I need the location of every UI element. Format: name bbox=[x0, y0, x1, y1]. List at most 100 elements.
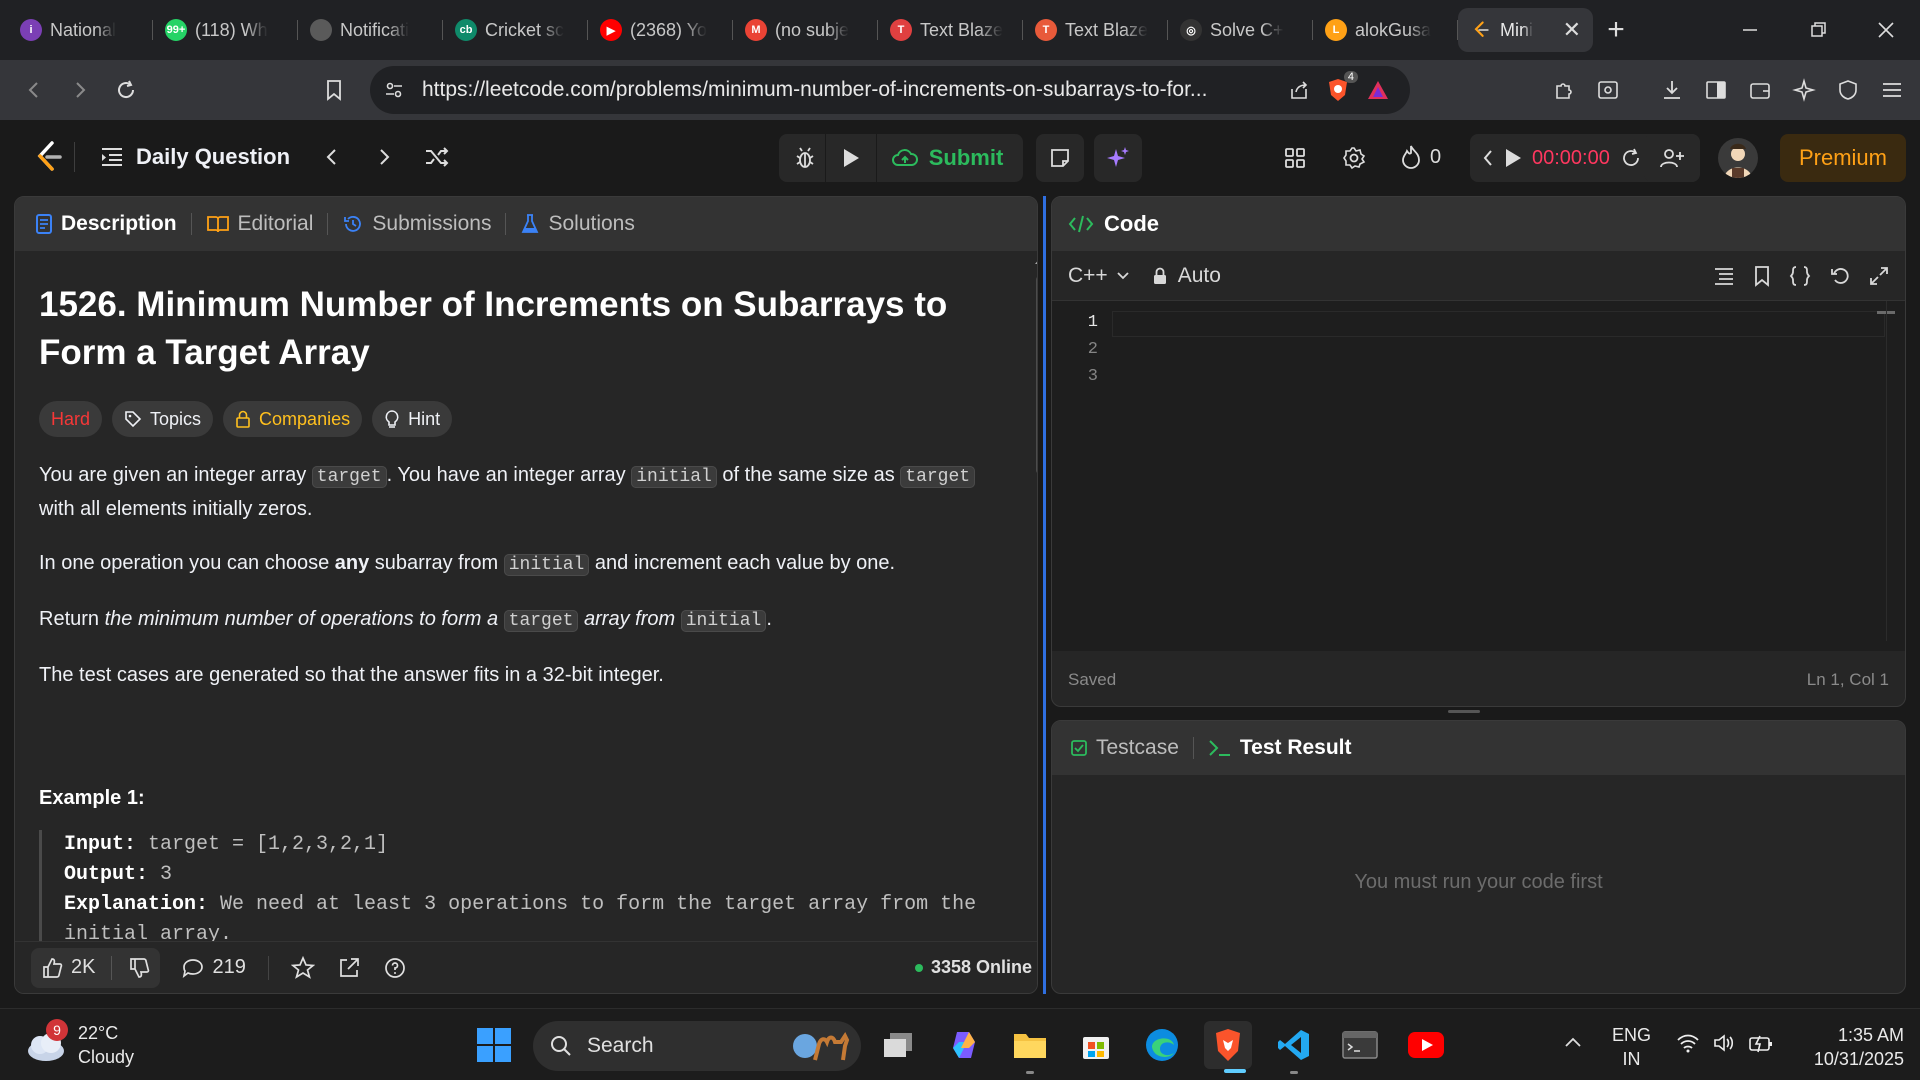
wallet-icon[interactable] bbox=[1742, 68, 1778, 112]
topics-tag[interactable]: Topics bbox=[112, 401, 214, 437]
settings-gear-icon[interactable] bbox=[1342, 146, 1366, 170]
add-friend-button[interactable] bbox=[1644, 134, 1700, 182]
bookmark-icon[interactable] bbox=[312, 68, 356, 112]
back-icon[interactable] bbox=[12, 68, 56, 112]
restore-icon[interactable] bbox=[1784, 0, 1852, 60]
premium-button[interactable]: Premium bbox=[1780, 134, 1906, 182]
browser-tab[interactable]: T Text Blaze bbox=[878, 8, 1023, 52]
weather-widget[interactable]: 9 22°C Cloudy bbox=[24, 1019, 134, 1069]
show-hidden-icons-chevron-icon[interactable] bbox=[1564, 1035, 1582, 1049]
url-text: https://leetcode.com/problems/minimum-nu… bbox=[422, 78, 1208, 101]
forward-icon[interactable] bbox=[58, 68, 102, 112]
help-icon[interactable] bbox=[383, 956, 407, 980]
clock[interactable]: 1:35 AM 10/31/2025 bbox=[1798, 1023, 1904, 1071]
taskbar-search[interactable]: Search bbox=[533, 1021, 861, 1071]
editor-scrollbar[interactable] bbox=[1886, 301, 1887, 641]
scroll-up-icon[interactable] bbox=[1031, 253, 1038, 267]
timer-play-icon[interactable] bbox=[1504, 148, 1522, 168]
download-icon[interactable] bbox=[1654, 68, 1690, 112]
close-tab-icon[interactable]: ✕ bbox=[1563, 17, 1581, 43]
tab-test-result[interactable]: Test Result bbox=[1208, 736, 1352, 760]
browser-tab[interactable]: ▶ (2368) Yo bbox=[588, 8, 733, 52]
fullscreen-icon[interactable] bbox=[1869, 266, 1889, 286]
prev-problem-icon[interactable] bbox=[324, 147, 340, 167]
browser-tab[interactable]: T Text Blaze bbox=[1023, 8, 1168, 52]
site-settings-icon[interactable] bbox=[384, 80, 404, 100]
browser-tab[interactable]: ◎ Solve C+ bbox=[1168, 8, 1313, 52]
extensions-icon[interactable] bbox=[1546, 68, 1582, 112]
sidebar-icon[interactable] bbox=[1698, 68, 1734, 112]
code-editor[interactable]: 1 2 3 bbox=[1052, 301, 1905, 651]
problem-list-icon[interactable] bbox=[100, 146, 124, 168]
reload-icon[interactable] bbox=[104, 68, 148, 112]
scrollbar-thumb[interactable] bbox=[1036, 275, 1037, 475]
vscode-button[interactable] bbox=[1270, 1021, 1318, 1069]
timer-reset-icon[interactable] bbox=[1620, 147, 1642, 169]
task-view-button[interactable] bbox=[874, 1021, 922, 1069]
browser-tab[interactable]: LalokGusa bbox=[1313, 8, 1458, 52]
auto-mode[interactable]: Auto bbox=[1152, 264, 1221, 288]
youtube-button[interactable] bbox=[1402, 1021, 1450, 1069]
browser-tab[interactable]: 99+ (118) Wh bbox=[153, 8, 298, 52]
format-icon[interactable] bbox=[1713, 266, 1735, 286]
share-link-icon[interactable] bbox=[337, 956, 361, 980]
browser-tab[interactable]: M (no subje bbox=[733, 8, 878, 52]
vpn-icon[interactable] bbox=[1830, 68, 1866, 112]
browser-tab[interactable]: Notificati bbox=[298, 8, 443, 52]
description-scrollbar[interactable] bbox=[1030, 251, 1038, 993]
edge-button[interactable] bbox=[1138, 1021, 1186, 1069]
hint-tag[interactable]: Hint bbox=[372, 401, 453, 437]
run-icon[interactable] bbox=[826, 147, 876, 169]
address-bar[interactable]: https://leetcode.com/problems/minimum-nu… bbox=[370, 66, 1410, 114]
tab-testcase[interactable]: Testcase bbox=[1070, 736, 1179, 760]
ai-assistant-button[interactable] bbox=[1094, 134, 1142, 182]
minimize-icon[interactable] bbox=[1716, 0, 1784, 60]
daily-question-link[interactable]: Daily Question bbox=[136, 144, 290, 170]
language-select[interactable]: C++ bbox=[1068, 264, 1130, 288]
browser-tab[interactable]: i National bbox=[8, 8, 153, 52]
store-button[interactable] bbox=[1072, 1021, 1120, 1069]
terminal-button[interactable] bbox=[1336, 1021, 1384, 1069]
vertical-resize-handle[interactable] bbox=[1043, 196, 1046, 994]
next-problem-icon[interactable] bbox=[376, 147, 392, 167]
submit-button[interactable]: Submit bbox=[877, 145, 1018, 171]
timer-collapse-icon[interactable] bbox=[1482, 149, 1494, 167]
reset-code-icon[interactable] bbox=[1829, 265, 1851, 287]
random-problem-icon[interactable] bbox=[424, 146, 450, 168]
favorite-star-icon[interactable] bbox=[290, 955, 315, 980]
tab-solutions[interactable]: Solutions bbox=[520, 212, 635, 236]
leetcode-logo-icon[interactable] bbox=[34, 140, 64, 174]
tab-editorial[interactable]: Editorial bbox=[206, 212, 313, 236]
avatar[interactable] bbox=[1718, 138, 1758, 178]
brave-taskbar-button[interactable] bbox=[1204, 1021, 1252, 1069]
bookmark-code-icon[interactable] bbox=[1753, 265, 1771, 287]
horizontal-resize-handle[interactable] bbox=[1448, 710, 1480, 713]
input-language[interactable]: ENG IN bbox=[1612, 1023, 1651, 1071]
like-button[interactable]: 2K bbox=[41, 956, 95, 979]
close-window-icon[interactable] bbox=[1852, 0, 1920, 60]
copilot-button[interactable] bbox=[940, 1021, 988, 1069]
browser-tab-active[interactable]: Mini ✕ bbox=[1458, 8, 1593, 52]
companies-tag[interactable]: Companies bbox=[223, 401, 363, 437]
layout-icon[interactable] bbox=[1283, 146, 1307, 170]
menu-icon[interactable] bbox=[1874, 68, 1910, 112]
brave-rewards-icon[interactable] bbox=[1366, 79, 1390, 101]
tab-submissions[interactable]: Submissions bbox=[342, 212, 491, 236]
share-icon[interactable] bbox=[1288, 79, 1310, 101]
start-button[interactable] bbox=[470, 1021, 518, 1069]
dislike-button[interactable] bbox=[128, 957, 150, 979]
streak-counter[interactable]: 0 bbox=[1400, 144, 1441, 170]
reader-icon[interactable] bbox=[1590, 68, 1626, 112]
debug-icon[interactable] bbox=[785, 146, 825, 170]
book-icon bbox=[206, 216, 229, 233]
file-explorer-button[interactable] bbox=[1006, 1021, 1054, 1069]
brave-shields-icon[interactable]: 4 bbox=[1326, 71, 1358, 103]
comments-button[interactable]: 219 bbox=[182, 956, 246, 979]
tab-description[interactable]: Description bbox=[35, 212, 177, 236]
new-tab-button[interactable]: + bbox=[1593, 8, 1639, 52]
leo-ai-icon[interactable] bbox=[1786, 68, 1822, 112]
system-tray-icons[interactable] bbox=[1676, 1033, 1774, 1053]
browser-tab[interactable]: cb Cricket sc bbox=[443, 8, 588, 52]
notes-button[interactable] bbox=[1036, 134, 1084, 182]
braces-icon[interactable] bbox=[1789, 265, 1811, 287]
